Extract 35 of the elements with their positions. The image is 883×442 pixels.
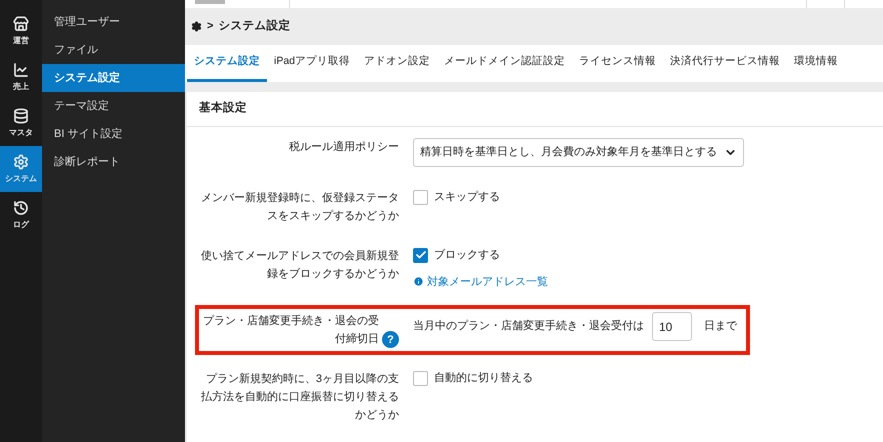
tab[interactable]: アドオン設定 [357,45,438,82]
checkbox-label: スキップする [434,190,500,205]
section-title: 基本設定 [199,100,247,116]
setting-label: プラン・店舗変更手続き・退会の受付締切日 [202,314,379,347]
tab[interactable]: 環境情報 [787,45,846,82]
policy-select[interactable]: 精算日時を基準日とし、月会費のみ対象年月を基準日とする [413,138,744,167]
submenu-item[interactable]: 診断レポート [42,148,185,176]
breadcrumb-current: システム設定 [218,18,290,34]
checkbox-label: 自動的に切り替える [434,371,533,386]
tab[interactable]: メールドメイン認証設定 [437,45,572,82]
checkbox-label: ブロックする [434,248,500,263]
submenu-item[interactable]: ファイル [42,36,185,64]
rail-item[interactable]: ログ [0,192,42,238]
submenu-item[interactable]: システム設定 [42,64,185,92]
rail-item[interactable]: マスタ [0,100,42,146]
deadline-suffix: 日まで [704,319,737,334]
tab[interactable]: iPadアプリ取得 [267,45,358,82]
setting-label: メンバー新規登録時に、仮登録ステータスをスキップするかどうか [200,190,399,224]
address-list-link[interactable]: 対象メールアドレス一覧 [413,274,548,290]
deadline-prefix: 当月中のプラン・店舗変更手続き・退会受付は [413,318,644,334]
rail-item[interactable]: 売上 [0,54,42,100]
tab[interactable]: ライセンス情報 [572,45,664,82]
rail-item[interactable]: 運営 [0,8,42,54]
rail-item[interactable]: システム [0,146,42,192]
setting-label: 使い捨てメールアドレスでの会員新規登録をブロックするかどうか [200,248,399,282]
submenu-item[interactable]: BI サイト設定 [42,120,185,148]
setting-label: 税ルール適用ポリシー [289,140,399,155]
help-icon[interactable]: ? [382,331,399,348]
submenu-item[interactable]: 管理ユーザー [42,8,185,36]
tab[interactable]: システム設定 [187,45,267,82]
tab[interactable]: 決済代行サービス情報 [663,45,788,82]
submenu-item[interactable]: テーマ設定 [42,92,185,120]
setting-label: プラン新規契約時に、3ヶ月目以降の支払方法を自動的に口座振替に切り替えるかどうか [200,372,399,423]
deadline-day-field[interactable]: 10 [652,312,692,341]
breadcrumb-separator: > [207,19,214,34]
